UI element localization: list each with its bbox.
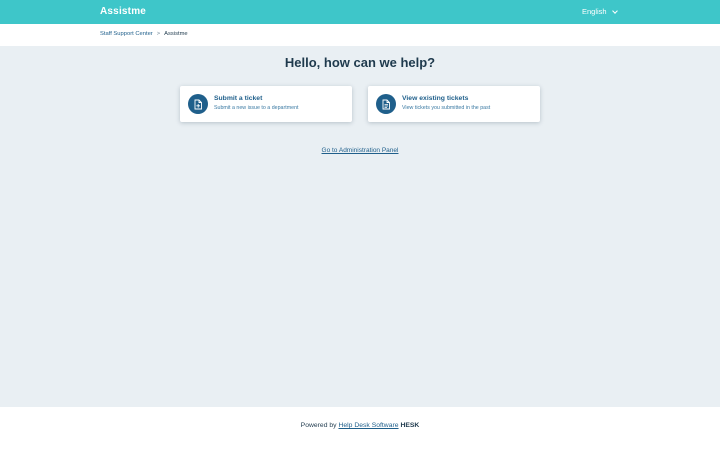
brand-title[interactable]: Assistme bbox=[100, 6, 146, 17]
footer: Powered by Help Desk Software HESK bbox=[0, 407, 720, 450]
help-desk-software-link[interactable]: Help Desk Software bbox=[338, 422, 398, 429]
chevron-down-icon bbox=[611, 7, 618, 14]
view-tickets-title: View existing tickets bbox=[402, 95, 469, 102]
submit-ticket-title: Submit a ticket bbox=[214, 95, 263, 102]
page-title: Hello, how can we help? bbox=[284, 55, 436, 70]
admin-link-container: Go to Administration Panel bbox=[0, 147, 720, 154]
top-navbar: Assistme English bbox=[0, 0, 720, 24]
admin-panel-link[interactable]: Go to Administration Panel bbox=[322, 147, 399, 154]
breadcrumb: Staff Support Center > Assistme bbox=[100, 31, 188, 37]
breadcrumb-item-staff-support-center[interactable]: Staff Support Center bbox=[100, 31, 153, 37]
view-tickets-description: View tickets you submitted in the past bbox=[402, 105, 491, 111]
view-tickets-card[interactable]: View existing tickets View tickets you s… bbox=[368, 86, 540, 122]
breadcrumb-separator: > bbox=[156, 31, 161, 37]
language-label: English bbox=[582, 7, 607, 16]
document-add-icon bbox=[188, 94, 208, 114]
submit-ticket-card[interactable]: Submit a ticket Submit a new issue to a … bbox=[180, 86, 352, 122]
language-selector[interactable]: English bbox=[582, 7, 618, 16]
submit-ticket-description: Submit a new issue to a department bbox=[214, 105, 299, 111]
footer-product-name: HESK bbox=[400, 422, 420, 429]
footer-powered-by: Powered by bbox=[300, 422, 337, 429]
footer-text: Powered by Help Desk Software HESK bbox=[0, 422, 720, 429]
breadcrumb-bar: Staff Support Center > Assistme bbox=[0, 24, 720, 46]
document-view-icon bbox=[376, 94, 396, 114]
breadcrumb-item-current: Assistme bbox=[164, 31, 188, 37]
